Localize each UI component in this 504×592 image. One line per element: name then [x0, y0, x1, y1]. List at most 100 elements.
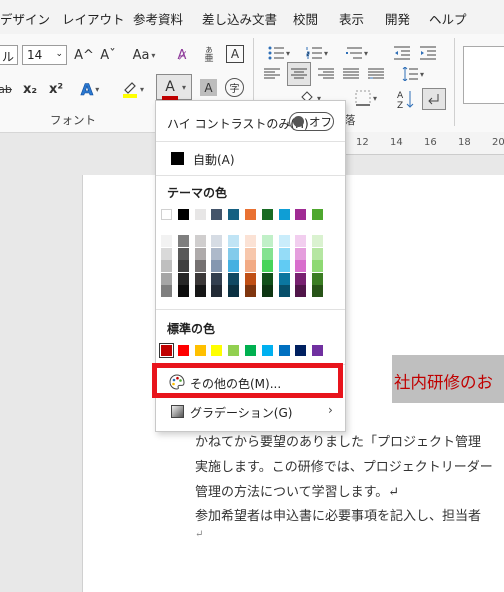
theme-shade-swatch[interactable] — [194, 272, 206, 285]
theme-shade-swatch[interactable] — [161, 235, 172, 247]
theme-shade-swatch[interactable] — [261, 235, 273, 247]
tab-help[interactable]: ヘルプ — [429, 9, 467, 28]
theme-shade-swatch[interactable] — [228, 235, 240, 247]
theme-shade-swatch[interactable] — [295, 260, 307, 272]
align-center-button[interactable] — [287, 62, 311, 86]
theme-shade-swatch[interactable] — [194, 285, 206, 297]
theme-shade-swatch[interactable] — [211, 272, 223, 285]
decrease-indent-button[interactable] — [392, 43, 412, 63]
font-color-button[interactable]: A ▾ — [156, 74, 192, 100]
shrink-font-button[interactable]: Aˇ — [98, 45, 118, 65]
font-name-combo[interactable]: ル — [0, 45, 18, 65]
align-left-button[interactable] — [262, 64, 282, 84]
automatic-color-item[interactable]: 自動(A) — [156, 145, 345, 171]
numbering-button[interactable]: ▾ — [300, 43, 334, 63]
tab-design[interactable]: デザイン — [0, 9, 50, 28]
standard-color-swatch[interactable] — [159, 343, 174, 358]
theme-shade-swatch[interactable] — [194, 260, 206, 272]
theme-shade-swatch[interactable] — [312, 272, 324, 285]
standard-color-swatch[interactable] — [177, 345, 189, 356]
theme-shade-swatch[interactable] — [278, 272, 290, 285]
theme-color-swatch[interactable] — [177, 209, 189, 220]
theme-shade-swatch[interactable] — [211, 235, 223, 247]
styles-gallery[interactable] — [463, 46, 504, 104]
theme-color-swatch[interactable] — [261, 209, 273, 220]
standard-color-swatch[interactable] — [245, 345, 256, 356]
phonetic-guide-button[interactable]: あ亜 — [199, 43, 219, 67]
theme-shade-swatch[interactable] — [312, 235, 324, 247]
theme-color-swatch[interactable] — [228, 209, 240, 220]
horizontal-ruler[interactable]: 12 14 16 18 20 — [344, 132, 504, 155]
grow-font-button[interactable]: A^ — [74, 45, 94, 65]
theme-shade-swatch[interactable] — [228, 285, 240, 297]
theme-color-swatch[interactable] — [161, 209, 172, 220]
theme-shade-swatch[interactable] — [161, 285, 172, 297]
character-border-button[interactable]: A — [226, 45, 244, 63]
theme-shade-swatch[interactable] — [211, 260, 223, 272]
theme-shade-swatch[interactable] — [211, 285, 223, 297]
change-case-button[interactable]: Aa ▾ — [128, 45, 160, 65]
theme-color-swatch[interactable] — [312, 209, 324, 220]
theme-shade-swatch[interactable] — [295, 235, 307, 247]
increase-indent-button[interactable] — [418, 43, 438, 63]
theme-color-swatch[interactable] — [194, 209, 206, 220]
show-formatting-marks-button[interactable] — [422, 88, 446, 110]
theme-shade-swatch[interactable] — [194, 235, 206, 247]
theme-color-swatch[interactable] — [245, 209, 256, 220]
theme-color-swatch[interactable] — [211, 209, 223, 220]
theme-shade-swatch[interactable] — [245, 247, 256, 260]
theme-shade-swatch[interactable] — [278, 260, 290, 272]
standard-color-swatch[interactable] — [228, 345, 240, 356]
theme-shade-swatch[interactable] — [312, 285, 324, 297]
theme-shade-swatch[interactable] — [261, 285, 273, 297]
theme-shade-swatch[interactable] — [245, 235, 256, 247]
highlight-color-button[interactable]: ▾ — [116, 79, 150, 99]
theme-shade-swatch[interactable] — [177, 260, 189, 272]
theme-shade-swatch[interactable] — [228, 260, 240, 272]
subscript-button[interactable]: x₂ — [20, 79, 40, 99]
superscript-button[interactable]: x² — [46, 79, 66, 99]
theme-shade-swatch[interactable] — [261, 272, 273, 285]
theme-shade-swatch[interactable] — [228, 247, 240, 260]
tab-view[interactable]: 表示 — [339, 9, 364, 28]
standard-color-swatch[interactable] — [261, 345, 273, 356]
theme-color-swatch[interactable] — [278, 209, 290, 220]
tab-layout[interactable]: レイアウト — [62, 9, 125, 28]
theme-shade-swatch[interactable] — [194, 247, 206, 260]
theme-shade-swatch[interactable] — [177, 285, 189, 297]
distributed-button[interactable] — [366, 64, 386, 84]
theme-shade-swatch[interactable] — [245, 285, 256, 297]
tab-references[interactable]: 参考資料 — [133, 9, 183, 28]
theme-shade-swatch[interactable] — [261, 247, 273, 260]
gradient-item[interactable]: グラデーション(G) › — [156, 400, 345, 424]
bullets-button[interactable]: ▾ — [262, 43, 296, 63]
standard-color-swatch[interactable] — [278, 345, 290, 356]
theme-shade-swatch[interactable] — [278, 285, 290, 297]
tab-review[interactable]: 校閲 — [293, 9, 318, 28]
align-right-button[interactable] — [316, 64, 336, 84]
font-size-combo[interactable]: 14 ⌄ — [22, 45, 67, 65]
theme-shade-swatch[interactable] — [295, 247, 307, 260]
character-shading-button[interactable]: A — [200, 79, 217, 96]
theme-shade-swatch[interactable] — [177, 235, 189, 247]
standard-color-swatch[interactable] — [211, 345, 223, 356]
standard-color-swatch[interactable] — [295, 345, 307, 356]
theme-shade-swatch[interactable] — [161, 260, 172, 272]
theme-shade-swatch[interactable] — [161, 247, 172, 260]
borders-button[interactable]: ▾ — [350, 88, 382, 108]
theme-shade-swatch[interactable] — [295, 285, 307, 297]
theme-shade-swatch[interactable] — [312, 260, 324, 272]
theme-shade-swatch[interactable] — [228, 272, 240, 285]
theme-shade-swatch[interactable] — [312, 247, 324, 260]
standard-color-swatch[interactable] — [194, 345, 206, 356]
theme-shade-swatch[interactable] — [177, 247, 189, 260]
enclose-characters-button[interactable]: 字 — [225, 78, 244, 97]
theme-shade-swatch[interactable] — [177, 272, 189, 285]
theme-shade-swatch[interactable] — [211, 247, 223, 260]
theme-shade-swatch[interactable] — [161, 272, 172, 285]
theme-color-swatch[interactable] — [295, 209, 307, 220]
line-spacing-button[interactable]: ▾ — [396, 64, 430, 84]
theme-shade-swatch[interactable] — [295, 272, 307, 285]
sort-button[interactable]: AZ — [396, 88, 416, 110]
standard-color-swatch[interactable] — [312, 345, 324, 356]
